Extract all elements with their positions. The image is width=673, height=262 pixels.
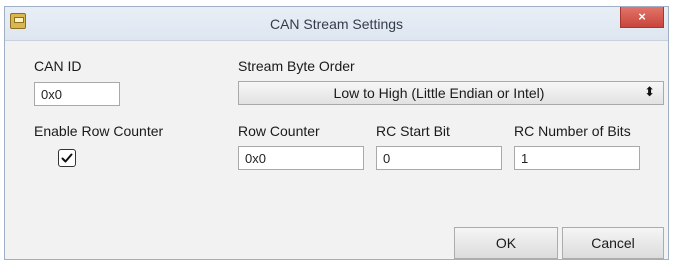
window-title: CAN Stream Settings xyxy=(269,16,404,32)
title-bar[interactable]: CAN Stream Settings × xyxy=(5,7,668,41)
rc-number-of-bits-input[interactable] xyxy=(514,146,640,170)
rc-start-bit-label: RC Start Bit xyxy=(376,123,450,139)
can-id-label: CAN ID xyxy=(34,58,82,74)
checkmark-icon xyxy=(61,153,73,163)
close-button[interactable]: × xyxy=(620,7,664,28)
enable-row-counter-checkbox[interactable] xyxy=(58,149,76,167)
rc-start-bit-input[interactable] xyxy=(376,146,502,170)
byte-order-selected-value: Low to High (Little Endian or Intel) xyxy=(333,85,545,101)
rc-number-of-bits-label: RC Number of Bits xyxy=(514,123,631,139)
cancel-button[interactable]: Cancel xyxy=(562,227,664,259)
enable-row-counter-label: Enable Row Counter xyxy=(34,123,164,139)
ok-button[interactable]: OK xyxy=(454,227,558,259)
can-id-input[interactable] xyxy=(34,82,120,106)
byte-order-select[interactable]: Low to High (Little Endian or Intel) ⬍ xyxy=(238,81,664,105)
byte-order-label: Stream Byte Order xyxy=(238,58,355,74)
row-counter-label: Row Counter xyxy=(238,123,320,139)
row-counter-input[interactable] xyxy=(238,146,364,170)
updown-arrow-icon: ⬍ xyxy=(644,84,655,99)
dialog-window: CAN Stream Settings × CAN ID Stream Byte… xyxy=(4,6,669,260)
